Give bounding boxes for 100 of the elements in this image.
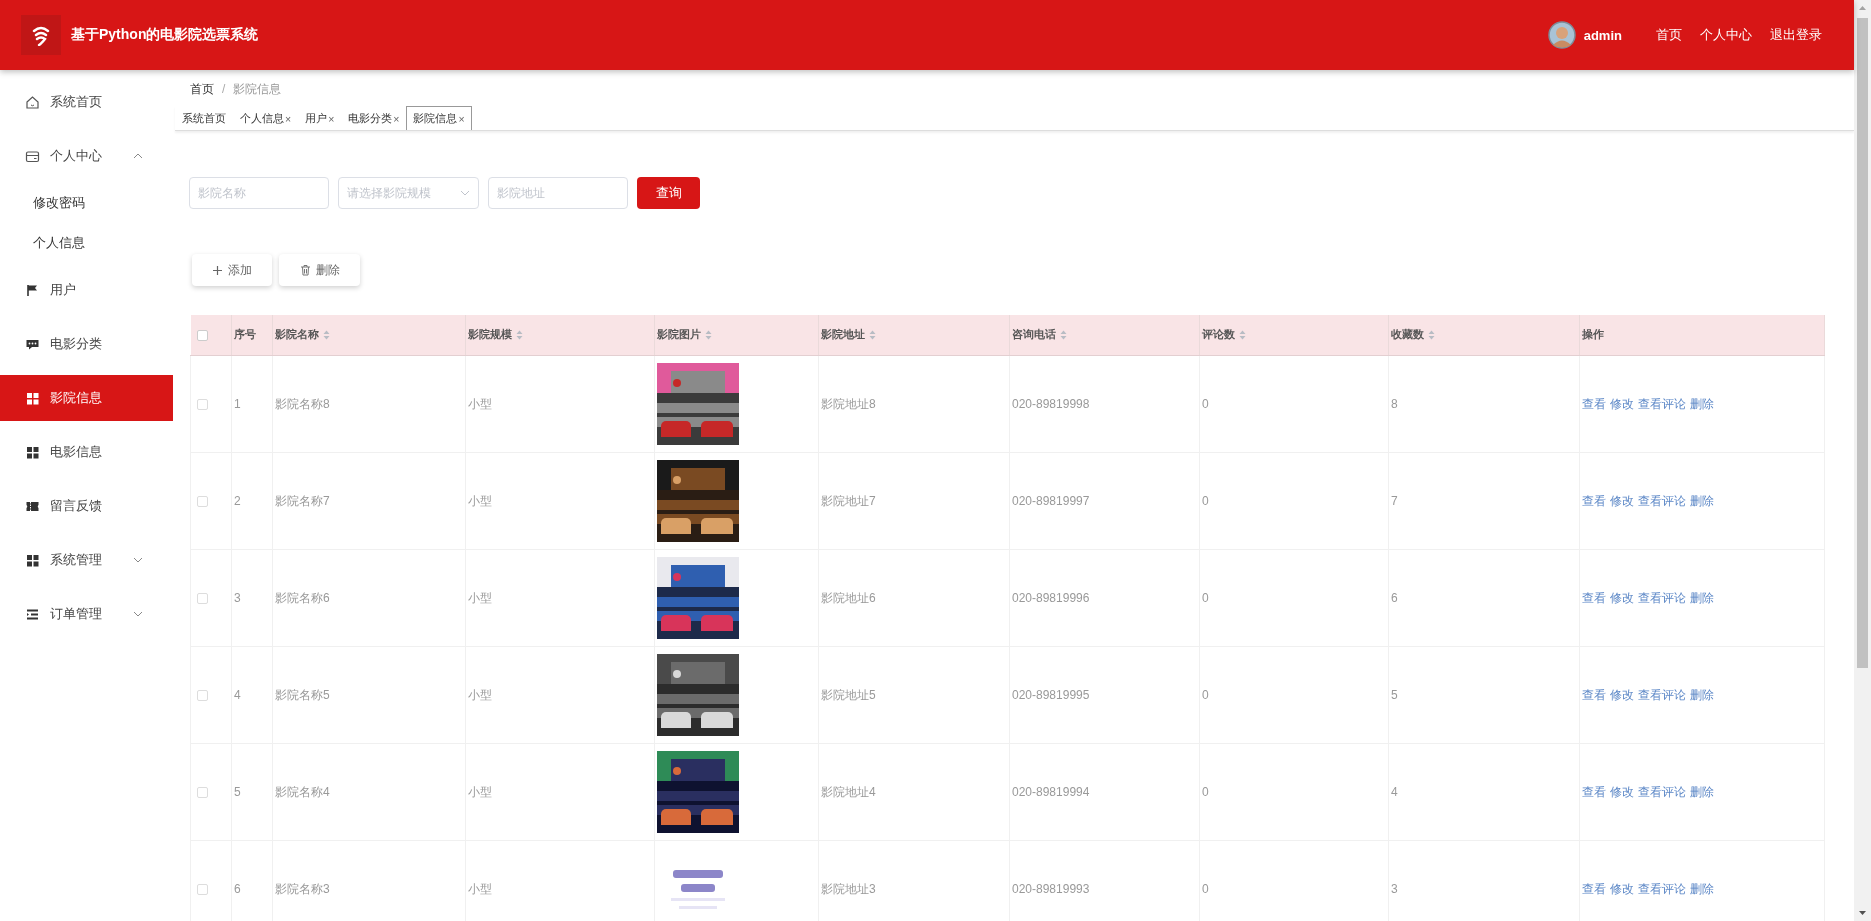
action-link[interactable]: 查看评论 bbox=[1638, 880, 1686, 898]
table-cell: 020-89819994 bbox=[1012, 785, 1090, 799]
grid-icon bbox=[25, 552, 40, 568]
breadcrumb-separator: / bbox=[222, 82, 226, 96]
column-header: 影院图片 bbox=[657, 328, 701, 342]
plus-icon bbox=[212, 264, 223, 276]
checkbox[interactable] bbox=[197, 398, 208, 410]
action-link[interactable]: 查看评论 bbox=[1638, 492, 1686, 510]
tab[interactable]: 电影分类× bbox=[341, 106, 407, 130]
action-link[interactable]: 查看评论 bbox=[1638, 783, 1686, 801]
table-cell: 影院名称8 bbox=[275, 396, 330, 411]
table-cell: 020-89819993 bbox=[1012, 882, 1090, 896]
search-button[interactable]: 查询 bbox=[637, 177, 700, 209]
action-link[interactable]: 修改 bbox=[1610, 395, 1634, 413]
action-link[interactable]: 删除 bbox=[1690, 783, 1714, 801]
table-cell: 影院地址7 bbox=[821, 493, 876, 508]
checkbox[interactable] bbox=[197, 592, 208, 604]
action-link[interactable]: 删除 bbox=[1690, 492, 1714, 510]
table-cell: 影院名称5 bbox=[275, 687, 330, 702]
action-link[interactable]: 查看评论 bbox=[1638, 589, 1686, 607]
tab[interactable]: 个人信息× bbox=[233, 106, 299, 130]
checkbox[interactable] bbox=[197, 495, 208, 507]
column-header: 影院名称 bbox=[275, 328, 319, 342]
scroll-up-icon bbox=[1859, 6, 1866, 10]
table-cell: 影院名称4 bbox=[275, 784, 330, 799]
table-cell: 小型 bbox=[468, 396, 492, 411]
action-link[interactable]: 删除 bbox=[1690, 880, 1714, 898]
table-cell: 影院地址5 bbox=[821, 687, 876, 702]
menu-item[interactable]: 用户 bbox=[0, 263, 173, 317]
action-link[interactable]: 修改 bbox=[1610, 492, 1634, 510]
table-cell: 0 bbox=[1202, 397, 1209, 411]
scroll-down-icon bbox=[1859, 911, 1866, 915]
action-link[interactable]: 修改 bbox=[1610, 880, 1634, 898]
table-cell: 影院地址8 bbox=[821, 396, 876, 411]
menu-item[interactable]: 电影信息 bbox=[0, 425, 173, 479]
column-header: 影院地址 bbox=[821, 328, 865, 342]
table-cell: 0 bbox=[1202, 882, 1209, 896]
app-title: 基于Python的电影院选票系统 bbox=[71, 26, 260, 44]
checkbox[interactable] bbox=[197, 883, 208, 895]
menu-item[interactable]: 系统管理 bbox=[0, 533, 173, 587]
action-link[interactable]: 查看评论 bbox=[1638, 395, 1686, 413]
table-cell: 020-89819995 bbox=[1012, 688, 1090, 702]
submenu-item[interactable]: 修改密码 bbox=[0, 183, 173, 223]
search-field[interactable]: 影院地址 bbox=[488, 177, 628, 209]
menu-item[interactable]: 订单管理 bbox=[0, 587, 173, 641]
action-link[interactable]: 查看 bbox=[1582, 686, 1606, 704]
checkbox[interactable] bbox=[197, 786, 208, 798]
tab[interactable]: 系统首页 bbox=[175, 106, 233, 130]
table-cell: 影院名称6 bbox=[275, 590, 330, 605]
action-link[interactable]: 查看 bbox=[1582, 395, 1606, 413]
breadcrumb-item[interactable]: 首页 bbox=[190, 80, 214, 98]
table-cell: 影院地址3 bbox=[821, 881, 876, 896]
menu-item[interactable]: 影院信息 bbox=[0, 375, 173, 421]
menu-item[interactable]: 留言反馈 bbox=[0, 479, 173, 533]
tab[interactable]: 用户× bbox=[298, 106, 342, 130]
nav-link[interactable]: 退出登录 bbox=[1770, 26, 1822, 44]
action-link[interactable]: 查看 bbox=[1582, 492, 1606, 510]
checkbox[interactable] bbox=[196, 329, 208, 341]
table-cell: 0 bbox=[1202, 688, 1209, 702]
grid-icon bbox=[25, 390, 40, 406]
table-cell: 5 bbox=[1391, 688, 1398, 702]
table-cell: 1 bbox=[234, 397, 241, 411]
action-link[interactable]: 查看 bbox=[1582, 783, 1606, 801]
table-cell: 0 bbox=[1202, 591, 1209, 605]
column-header: 序号 bbox=[234, 328, 256, 342]
breadcrumb-item: 影院信息 bbox=[233, 80, 282, 98]
table-cell: 020-89819998 bbox=[1012, 397, 1090, 411]
table-cell: 020-89819997 bbox=[1012, 494, 1090, 508]
nav-link[interactable]: 个人中心 bbox=[1700, 26, 1752, 44]
action-link[interactable]: 查看 bbox=[1582, 589, 1606, 607]
action-link[interactable]: 修改 bbox=[1610, 783, 1634, 801]
action-link[interactable]: 删除 bbox=[1690, 686, 1714, 704]
table-cell: 2 bbox=[234, 494, 241, 508]
add-button[interactable]: 添加 bbox=[192, 254, 272, 286]
table-cell: 7 bbox=[1391, 494, 1398, 508]
menu-item[interactable]: 电影分类 bbox=[0, 317, 173, 371]
checkbox[interactable] bbox=[197, 689, 208, 701]
action-link[interactable]: 删除 bbox=[1690, 589, 1714, 607]
submenu-item[interactable]: 个人信息 bbox=[0, 223, 173, 263]
action-link[interactable]: 删除 bbox=[1690, 395, 1714, 413]
action-link[interactable]: 修改 bbox=[1610, 686, 1634, 704]
table-cell: 影院地址6 bbox=[821, 590, 876, 605]
avatar-icon bbox=[1547, 21, 1576, 49]
action-link[interactable]: 查看评论 bbox=[1638, 686, 1686, 704]
search-field[interactable]: 影院名称 bbox=[189, 177, 329, 209]
grid-icon bbox=[25, 444, 40, 460]
table-cell: 0 bbox=[1202, 494, 1209, 508]
menu-item[interactable]: 系统首页 bbox=[0, 75, 173, 129]
scrollbar-thumb[interactable] bbox=[1857, 18, 1868, 668]
menu-item[interactable]: 个人中心 bbox=[0, 129, 173, 183]
column-header: 操作 bbox=[1582, 328, 1604, 342]
table-cell: 小型 bbox=[468, 590, 492, 605]
chevron-down-icon bbox=[460, 190, 470, 196]
trash-icon bbox=[299, 264, 311, 276]
tab[interactable]: 影院信息× bbox=[406, 106, 472, 130]
action-link[interactable]: 查看 bbox=[1582, 880, 1606, 898]
user-name: admin bbox=[1583, 27, 1622, 43]
action-link[interactable]: 修改 bbox=[1610, 589, 1634, 607]
nav-link[interactable]: 首页 bbox=[1656, 26, 1682, 44]
delete-button[interactable]: 删除 bbox=[279, 254, 360, 286]
